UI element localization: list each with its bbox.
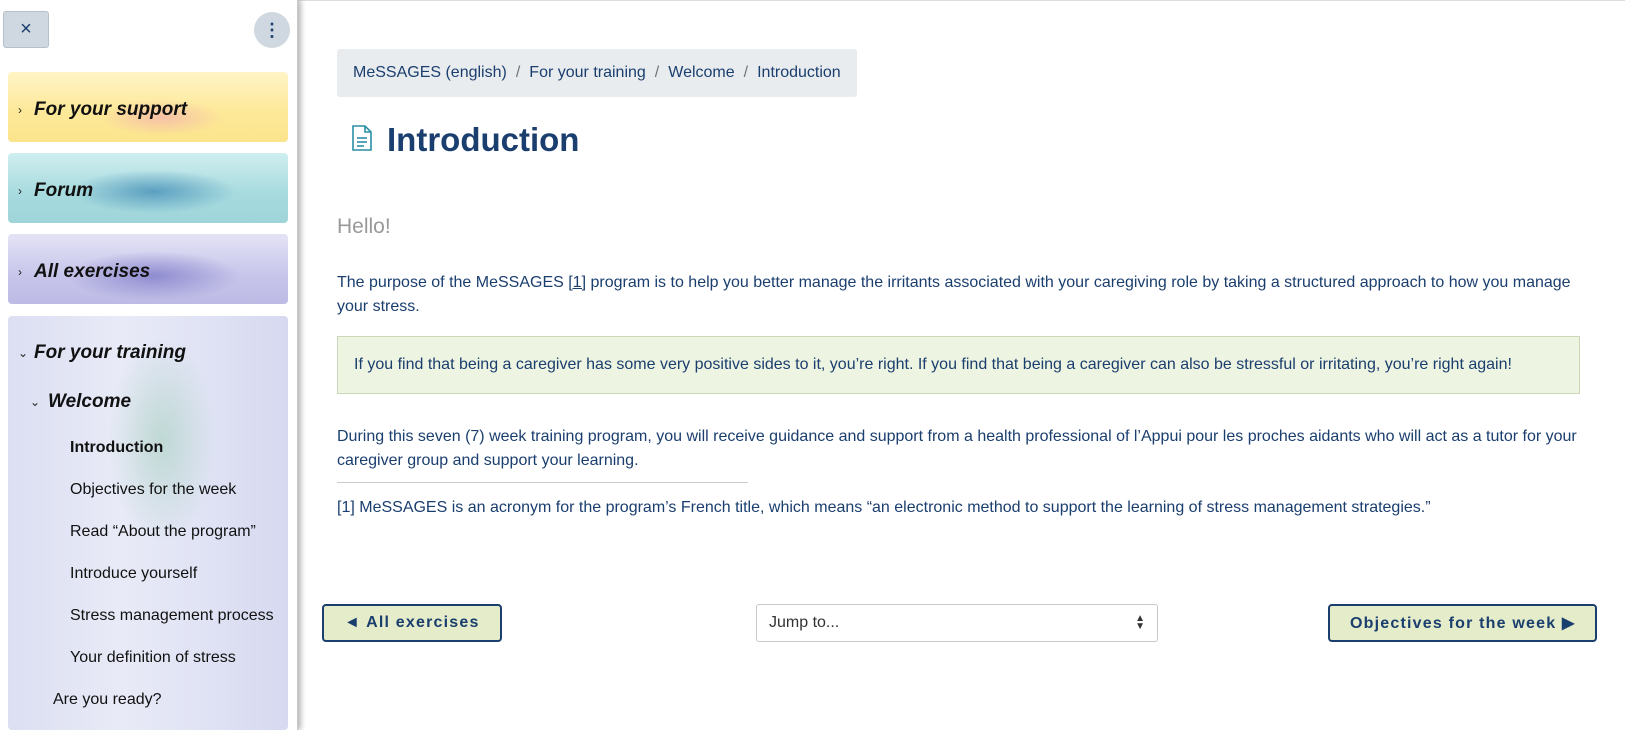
more-vertical-icon: ⋮	[263, 20, 281, 40]
intro-text-start: The purpose of the MeSSAGES	[337, 274, 569, 291]
chevron-right-icon: ›	[18, 184, 22, 198]
page-title: Introduction	[387, 121, 580, 158]
sidebar-subsection-are-you-ready[interactable]: Are you ready?	[53, 691, 162, 709]
next-activity-button[interactable]: Objectives for the week ▶	[1328, 604, 1598, 642]
breadcrumb: MeSSAGES (english) / For your training /…	[337, 49, 857, 97]
sidebar-section-label: For your training	[34, 342, 186, 363]
program-paragraph: During this seven (7) week training prog…	[337, 428, 1577, 469]
previous-activity-button[interactable]: ◄ All exercises	[322, 604, 502, 642]
sidebar-activity-read-about[interactable]: Read “About the program”	[70, 523, 256, 541]
sidebar-activity-stress-process[interactable]: Stress management process	[70, 607, 274, 625]
sidebar-subsection-label: Welcome	[48, 391, 132, 412]
sidebar-section-label: Forum	[34, 180, 94, 201]
sidebar-section-for-your-support[interactable]: › For your support	[18, 99, 187, 121]
breadcrumb-course[interactable]: MeSSAGES (english)	[353, 64, 507, 82]
page-header: Introduction	[351, 121, 579, 159]
sidebar-section-label: For your support	[34, 99, 188, 120]
breadcrumb-section[interactable]: For your training	[529, 64, 646, 82]
sidebar-section-forum[interactable]: › Forum	[18, 180, 93, 202]
chevron-right-icon: ›	[18, 265, 22, 279]
chevron-down-icon: ⌄	[18, 346, 29, 360]
footnote-backlink[interactable]: [1]	[337, 499, 355, 516]
footnote-text: MeSSAGES is an acronym for the program’s…	[354, 499, 1431, 516]
page-document-icon	[351, 124, 373, 156]
select-arrows-icon: ▲ ▼	[1135, 613, 1145, 632]
sidebar-activity-objectives[interactable]: Objectives for the week	[70, 481, 236, 499]
close-drawer-button[interactable]: ×	[3, 11, 49, 48]
breadcrumb-separator: /	[515, 64, 521, 81]
jump-to-select[interactable]: Jump to... ▲ ▼	[756, 604, 1158, 642]
breadcrumb-subsection[interactable]: Welcome	[668, 64, 734, 82]
footnote-reference-link[interactable]: [1]	[568, 274, 586, 291]
sidebar-subsection-welcome[interactable]: ⌄ Welcome	[30, 391, 131, 413]
sidebar-section-for-your-training[interactable]: ⌄ For your training	[18, 342, 186, 364]
sidebar-activity-definition-of-stress[interactable]: Your definition of stress	[70, 649, 236, 667]
highlight-callout: If you find that being a caregiver has s…	[337, 336, 1580, 394]
sidebar-activity-introduce-yourself[interactable]: Introduce yourself	[70, 565, 197, 583]
drawer-options-button[interactable]: ⋮	[254, 12, 290, 48]
footnote: [1] MeSSAGES is an acronym for the progr…	[337, 499, 1431, 517]
chevron-right-icon: ›	[18, 103, 22, 117]
sidebar-section-all-exercises[interactable]: › All exercises	[18, 261, 150, 283]
callout-text: If you find that being a caregiver has s…	[354, 356, 1512, 373]
sidebar-section-label: All exercises	[34, 261, 151, 282]
breadcrumb-current[interactable]: Introduction	[757, 64, 841, 82]
intro-paragraph: The purpose of the MeSSAGES [1] program …	[337, 271, 1582, 319]
breadcrumb-separator: /	[743, 64, 749, 81]
close-icon: ×	[20, 18, 32, 40]
jump-to-value: Jump to...	[769, 614, 840, 631]
main-content: MeSSAGES (english) / For your training /…	[298, 0, 1625, 730]
greeting-heading: Hello!	[337, 215, 391, 238]
chevron-down-icon: ⌄	[30, 395, 41, 409]
breadcrumb-separator: /	[654, 64, 660, 81]
footnote-divider	[337, 482, 748, 483]
sidebar-activity-introduction[interactable]: Introduction	[70, 439, 163, 457]
course-index-drawer: × ⋮ › For your support › Forum › All exe…	[0, 0, 298, 730]
